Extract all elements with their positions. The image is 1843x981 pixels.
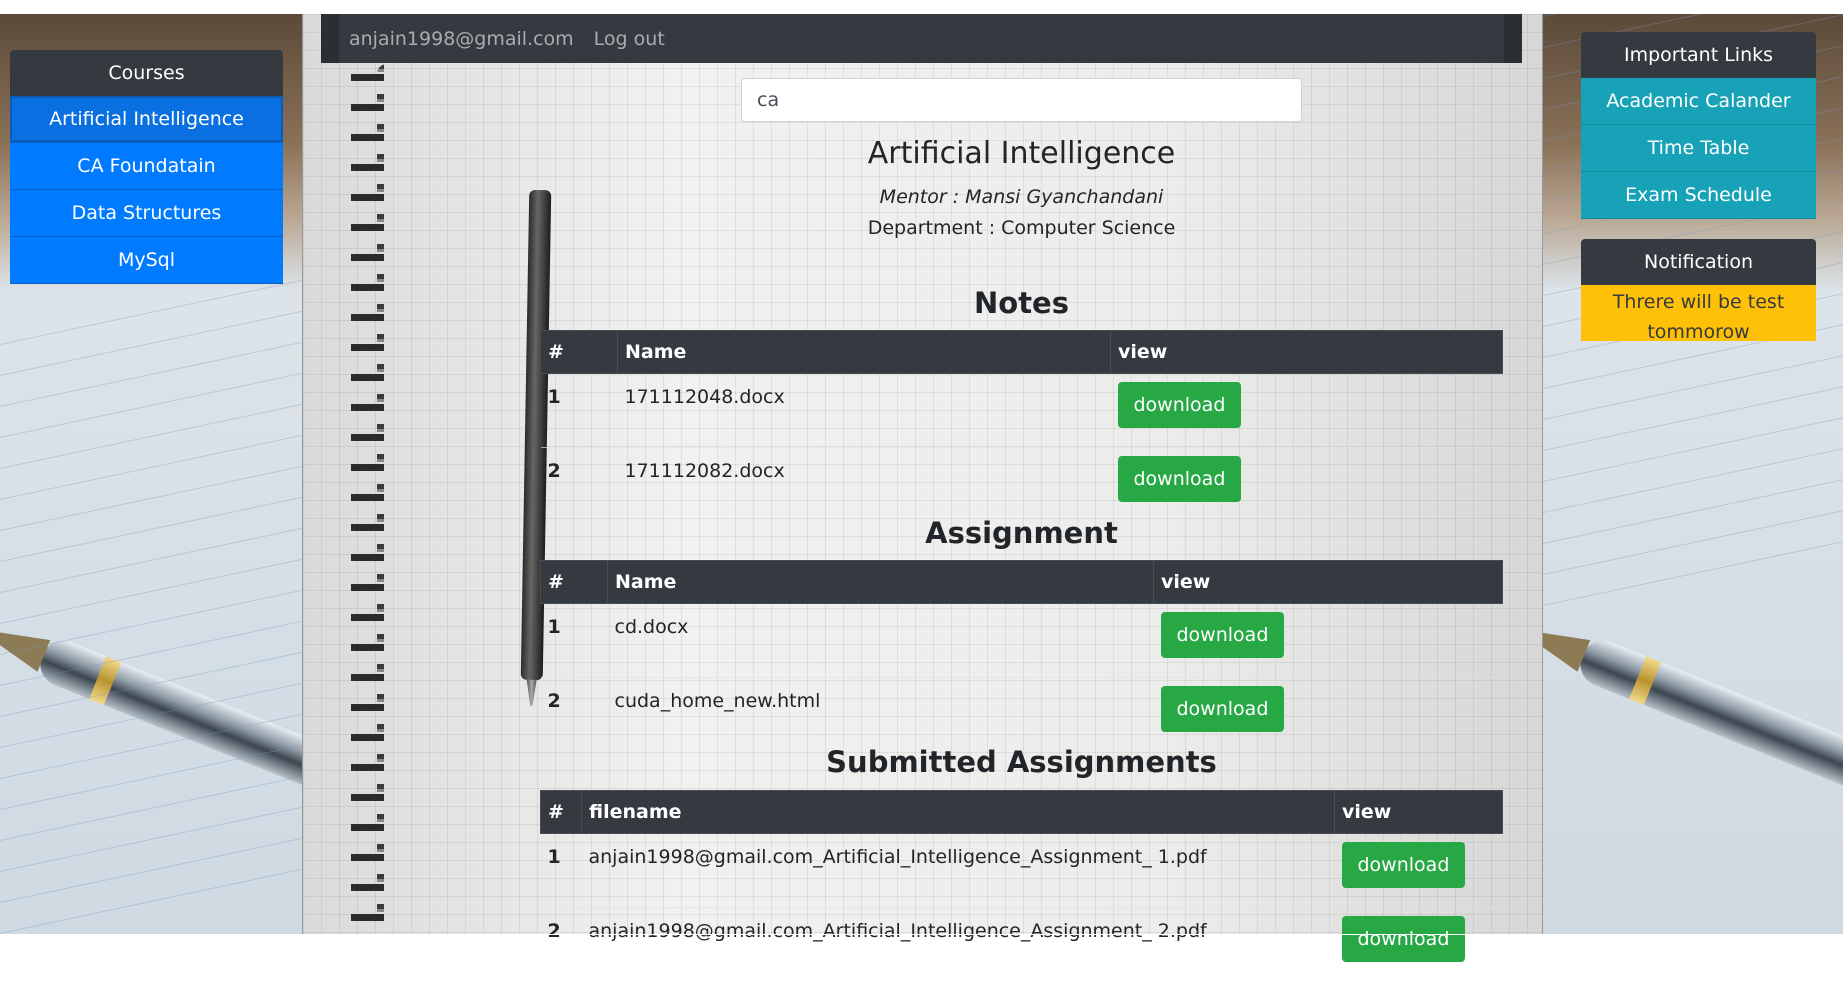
file-name: cuda_home_new.html (608, 678, 1154, 752)
notebook-spiral-image (351, 64, 411, 935)
courses-panel: Courses Artificial Intelligence CA Found… (10, 50, 283, 284)
course-department: Department : Computer Science (741, 217, 1302, 239)
fountain-pen-image-right (1573, 634, 1843, 800)
column-header: # (541, 331, 618, 374)
row-number: 2 (541, 908, 582, 981)
column-header: view (1335, 791, 1503, 834)
download-button[interactable]: download (1342, 842, 1466, 888)
top-navbar: anjain1998@gmail.com Log out (321, 14, 1522, 63)
file-name: 171112082.docx (618, 448, 1111, 522)
important-links-panel: Important Links Academic Calander Time T… (1581, 32, 1816, 341)
submitted-assignments-table: # filename view 1 anjain1998@gmail.com_A… (540, 790, 1503, 981)
notification-panel: Notification Threre will be test tommoro… (1581, 239, 1816, 341)
file-name: anjain1998@gmail.com_Artificial_Intellig… (582, 908, 1335, 981)
file-name: cd.docx (608, 604, 1154, 678)
download-button[interactable]: download (1118, 382, 1242, 428)
download-button[interactable]: download (1118, 456, 1242, 502)
link-time-table[interactable]: Time Table (1581, 125, 1816, 172)
course-title: Artificial Intelligence (741, 136, 1302, 171)
link-exam-schedule[interactable]: Exam Schedule (1581, 172, 1816, 219)
row-number: 1 (541, 374, 618, 448)
course-item-artificial-intelligence[interactable]: Artificial Intelligence (10, 96, 283, 143)
table-header-row: # Name view (541, 561, 1503, 604)
table-header-row: # filename view (541, 791, 1503, 834)
table-row: 1 171112048.docx download (541, 374, 1503, 448)
download-button[interactable]: download (1161, 686, 1285, 732)
notification-header: Notification (1581, 239, 1816, 285)
course-mentor: Mentor : Mansi Gyanchandani (741, 186, 1302, 208)
table-row: 1 cd.docx download (541, 604, 1503, 678)
column-header: # (541, 561, 608, 604)
notification-message: Threre will be test tommorow (1581, 285, 1816, 341)
table-row: 2 anjain1998@gmail.com_Artificial_Intell… (541, 908, 1503, 981)
column-header: filename (582, 791, 1335, 834)
course-item-ca-foundatain[interactable]: CA Foundatain (10, 143, 283, 190)
download-button[interactable]: download (1161, 612, 1285, 658)
file-name: 171112048.docx (618, 374, 1111, 448)
courses-header: Courses (10, 50, 283, 96)
submitted-assignments-title: Submitted Assignments (540, 745, 1503, 779)
row-number: 2 (541, 448, 618, 522)
table-row: 2 cuda_home_new.html download (541, 678, 1503, 752)
download-button[interactable]: download (1342, 916, 1466, 962)
column-header: Name (608, 561, 1154, 604)
file-name: anjain1998@gmail.com_Artificial_Intellig… (582, 834, 1335, 908)
logout-link[interactable]: Log out (594, 28, 665, 50)
table-row: 1 anjain1998@gmail.com_Artificial_Intell… (541, 834, 1503, 908)
assignment-title: Assignment (540, 516, 1503, 550)
course-item-mysql[interactable]: MySql (10, 237, 283, 284)
search-input[interactable] (741, 78, 1302, 122)
column-header: view (1154, 561, 1503, 604)
notes-title: Notes (540, 286, 1503, 320)
link-academic-calander[interactable]: Academic Calander (1581, 78, 1816, 125)
row-number: 1 (541, 834, 582, 908)
column-header: # (541, 791, 582, 834)
column-header: view (1111, 331, 1503, 374)
row-number: 2 (541, 678, 608, 752)
assignment-table: # Name view 1 cd.docx download 2 cuda_ho… (540, 560, 1503, 751)
notes-table: # Name view 1 171112048.docx download 2 … (540, 330, 1503, 521)
table-row: 2 171112082.docx download (541, 448, 1503, 522)
table-header-row: # Name view (541, 331, 1503, 374)
row-number: 1 (541, 604, 608, 678)
user-email: anjain1998@gmail.com (349, 28, 574, 50)
important-links-header: Important Links (1581, 32, 1816, 78)
course-item-data-structures[interactable]: Data Structures (10, 190, 283, 237)
column-header: Name (618, 331, 1111, 374)
